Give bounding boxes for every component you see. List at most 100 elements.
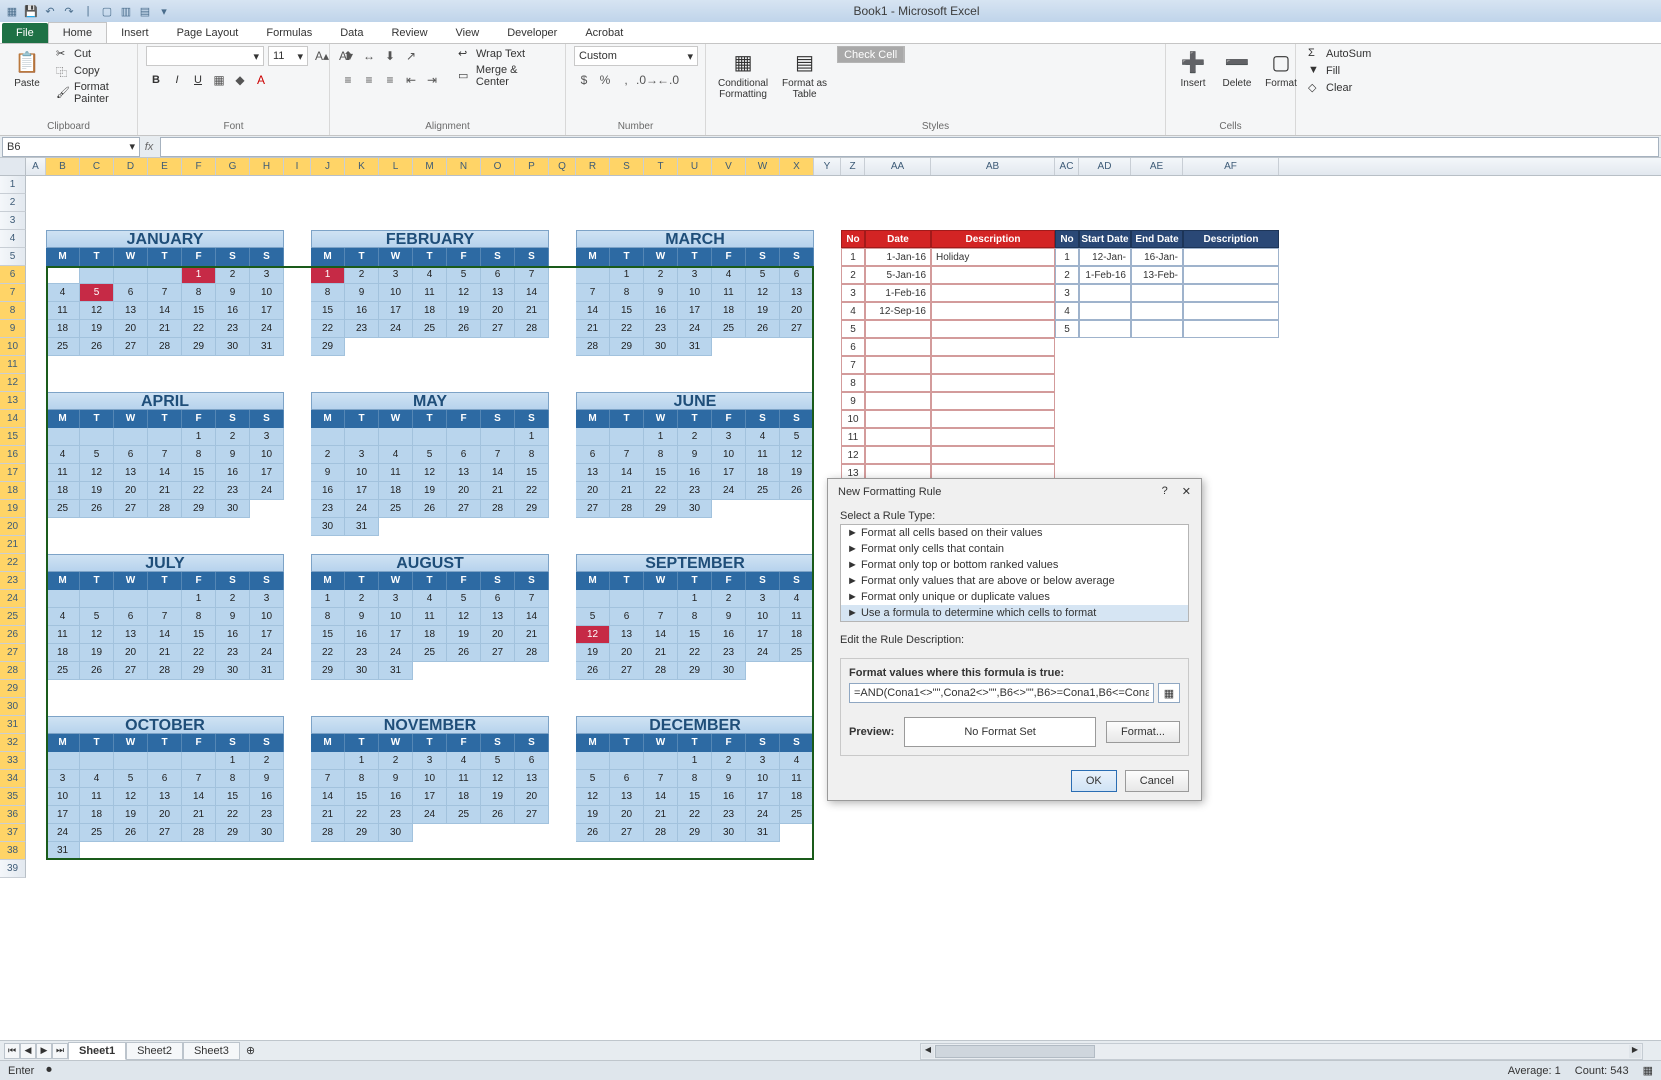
calendar-day[interactable]: 8 [678,770,712,788]
calendar-day[interactable]: 11 [413,284,447,302]
calendar-day[interactable]: 17 [746,626,780,644]
calendar-day[interactable]: 30 [216,338,250,356]
calendar-day[interactable]: 6 [610,608,644,626]
clear-button[interactable]: ◇Clear [1304,80,1375,96]
calendar-day[interactable]: 12 [447,608,481,626]
indent-dec-icon[interactable]: ⇤ [401,70,421,90]
align-bottom-icon[interactable]: ⬇ [380,46,400,66]
row-header[interactable]: 37 [0,824,26,842]
blue-table-cell[interactable]: 13-Feb-16 [1131,266,1183,284]
cancel-button[interactable]: Cancel [1125,770,1189,792]
calendar-day[interactable]: 15 [311,626,345,644]
red-table-cell[interactable] [931,266,1055,284]
style-check-cell[interactable]: Check Cell [837,46,904,63]
calendar-day[interactable]: 5 [80,608,114,626]
save-icon[interactable]: 💾 [23,3,39,19]
calendar-day[interactable]: 18 [46,320,80,338]
calendar-day[interactable]: 26 [447,320,481,338]
calendar-day[interactable]: 7 [515,266,549,284]
calendar-day[interactable]: 21 [182,806,216,824]
blue-table-cell[interactable]: 16-Jan-16 [1131,248,1183,266]
tab-formulas[interactable]: Formulas [252,23,326,43]
grow-font-icon[interactable]: A▴ [312,46,332,66]
calendar-day[interactable]: 8 [182,608,216,626]
calendar-day[interactable]: 11 [780,770,814,788]
calendar-day[interactable]: 16 [216,302,250,320]
calendar-day[interactable]: 14 [644,626,678,644]
calendar-day[interactable]: 28 [644,824,678,842]
calendar-day[interactable]: 2 [712,752,746,770]
number-format-combo[interactable]: Custom▾ [574,46,698,66]
calendar-day[interactable]: 22 [610,320,644,338]
calendar-day[interactable]: 25 [447,806,481,824]
calendar-day[interactable]: 17 [413,788,447,806]
tab-file[interactable]: File [2,23,48,43]
col-header[interactable]: AB [931,158,1055,175]
cut-button[interactable]: ✂Cut [52,46,129,62]
col-header[interactable]: AA [865,158,931,175]
row-header[interactable]: 20 [0,518,26,536]
col-header[interactable]: H [250,158,284,175]
calendar-day[interactable]: 1 [216,752,250,770]
calendar-day[interactable]: 17 [345,482,379,500]
col-header[interactable]: C [80,158,114,175]
calendar-day[interactable]: 20 [515,788,549,806]
calendar-day[interactable] [576,266,610,284]
col-header[interactable]: Q [549,158,576,175]
calendar-day[interactable]: 18 [413,302,447,320]
calendar-day[interactable]: 28 [610,500,644,518]
calendar-day[interactable]: 1 [182,590,216,608]
calendar-day[interactable]: 7 [610,446,644,464]
calendar-day[interactable]: 25 [379,500,413,518]
calendar-day[interactable]: 26 [80,662,114,680]
calendar-day[interactable]: 1 [678,590,712,608]
col-header[interactable]: W [746,158,780,175]
calendar-day[interactable]: 3 [250,590,284,608]
row-header[interactable]: 10 [0,338,26,356]
calendar-day[interactable]: 12 [80,302,114,320]
calendar-day[interactable]: 26 [80,338,114,356]
red-table-cell[interactable]: 12 [841,446,865,464]
calendar-day[interactable]: 19 [447,626,481,644]
calendar-day[interactable] [148,752,182,770]
calendar-day[interactable]: 1 [311,266,345,284]
blue-table-cell[interactable] [1183,266,1279,284]
calendar-day[interactable]: 22 [644,482,678,500]
calendar-day[interactable]: 24 [345,500,379,518]
calendar-day[interactable]: 12 [413,464,447,482]
calendar-day[interactable]: 23 [712,806,746,824]
calendar-day[interactable]: 25 [413,320,447,338]
calendar-day[interactable]: 21 [644,644,678,662]
calendar-day[interactable]: 30 [712,662,746,680]
calendar-day[interactable]: 23 [712,644,746,662]
red-table-cell[interactable]: 2 [841,266,865,284]
calendar-day[interactable]: 24 [746,644,780,662]
blue-table-cell[interactable] [1079,284,1131,302]
calendar-day[interactable]: 30 [216,662,250,680]
calendar-day[interactable]: 6 [780,266,814,284]
red-table-cell[interactable]: 5-Jan-16 [865,266,931,284]
redo-icon[interactable]: ↷ [61,3,77,19]
col-header[interactable]: N [447,158,481,175]
red-table-cell[interactable] [931,302,1055,320]
calendar-day[interactable]: 16 [379,788,413,806]
red-table-cell[interactable] [865,392,931,410]
col-header[interactable]: Y [814,158,841,175]
calendar-day[interactable] [610,590,644,608]
calendar-day[interactable]: 26 [447,644,481,662]
calendar-day[interactable]: 13 [576,464,610,482]
red-table-cell[interactable]: 9 [841,392,865,410]
calendar-day[interactable]: 24 [712,482,746,500]
calendar-day[interactable]: 13 [114,302,148,320]
row-header[interactable]: 1 [0,176,26,194]
calendar-day[interactable]: 23 [216,644,250,662]
calendar-day[interactable]: 9 [216,284,250,302]
calendar-day[interactable]: 12 [80,626,114,644]
calendar-day[interactable]: 10 [413,770,447,788]
calendar-day[interactable]: 17 [746,788,780,806]
row-header[interactable]: 31 [0,716,26,734]
calendar-day[interactable]: 18 [46,644,80,662]
calendar-day[interactable]: 23 [644,320,678,338]
calendar-day[interactable]: 10 [712,446,746,464]
row-header[interactable]: 28 [0,662,26,680]
